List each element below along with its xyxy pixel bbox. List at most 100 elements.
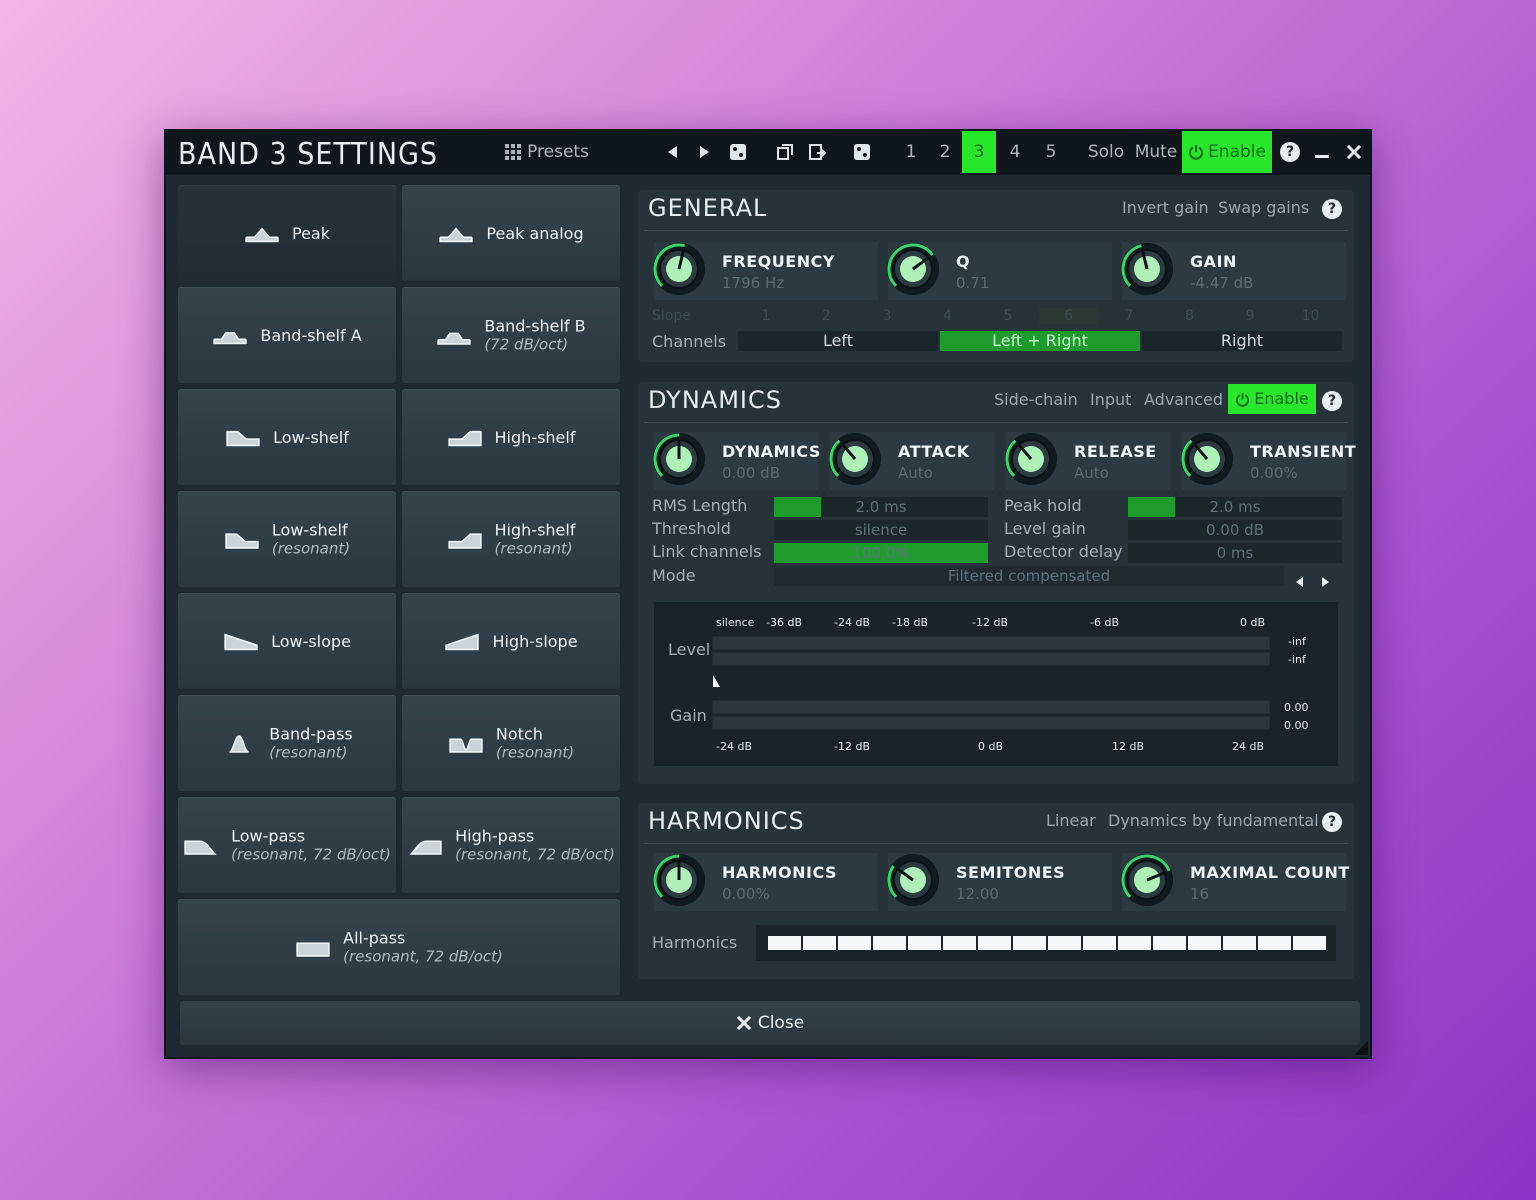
channel-option[interactable]: Left bbox=[738, 331, 938, 351]
slope-option[interactable]: 8 bbox=[1160, 308, 1220, 324]
gain-knob[interactable] bbox=[1118, 240, 1176, 298]
knob-value[interactable]: Auto bbox=[1074, 464, 1109, 482]
band-enable-button[interactable]: Enable bbox=[1182, 131, 1272, 173]
filter-type-button[interactable]: Notch (resonant) bbox=[402, 695, 620, 791]
mode-select[interactable]: Filtered compensated bbox=[774, 566, 1284, 586]
knob-value[interactable]: 0.71 bbox=[956, 274, 989, 292]
threshold-marker-icon[interactable] bbox=[712, 674, 722, 688]
filter-type-button[interactable]: Band-shelf A bbox=[178, 287, 396, 383]
mode-next-button[interactable] bbox=[1322, 571, 1329, 590]
filter-type-button[interactable]: Peak analog bbox=[402, 185, 620, 281]
close-window-button[interactable] bbox=[1340, 131, 1368, 173]
band-5-button[interactable]: 5 bbox=[1036, 131, 1066, 173]
release-knob[interactable] bbox=[1002, 430, 1060, 488]
knob-value[interactable]: -4.47 dB bbox=[1190, 274, 1253, 292]
channel-option[interactable]: Left + Right bbox=[940, 331, 1140, 351]
paste-button[interactable] bbox=[804, 131, 830, 173]
slope-option[interactable]: 7 bbox=[1099, 308, 1159, 324]
slope-option[interactable]: 1 bbox=[736, 308, 796, 324]
input-button[interactable]: Input bbox=[1090, 390, 1131, 409]
filter-type-button[interactable]: Band-shelf B (72 dB/oct) bbox=[402, 287, 620, 383]
harmonic-cell[interactable] bbox=[873, 936, 906, 950]
dynamics-enable-button[interactable]: Enable bbox=[1228, 384, 1316, 414]
help-button[interactable]: ? bbox=[1276, 131, 1304, 173]
next-preset-button[interactable] bbox=[692, 131, 716, 173]
harmonic-cell[interactable] bbox=[908, 936, 941, 950]
presets-button[interactable]: Presets bbox=[502, 131, 592, 173]
knob-value[interactable]: Auto bbox=[898, 464, 933, 482]
invert-gain-button[interactable]: Invert gain bbox=[1122, 198, 1209, 217]
semitones-knob[interactable] bbox=[884, 851, 942, 909]
transient-knob[interactable] bbox=[1178, 430, 1236, 488]
harmonic-cell[interactable] bbox=[1293, 936, 1326, 950]
filter-type-button[interactable]: Low-slope bbox=[178, 593, 396, 689]
randomize-band-button[interactable] bbox=[848, 131, 876, 173]
harmonic-cell[interactable] bbox=[1153, 936, 1186, 950]
q-knob[interactable] bbox=[884, 240, 942, 298]
copy-button[interactable] bbox=[772, 131, 798, 173]
parameter-slider[interactable]: 0 ms bbox=[1128, 543, 1342, 563]
filter-type-button[interactable]: All-pass (resonant, 72 dB/oct) bbox=[178, 899, 620, 995]
harmonic-cell[interactable] bbox=[1013, 936, 1046, 950]
slope-option[interactable]: 4 bbox=[918, 308, 978, 324]
knob-value[interactable]: 1796 Hz bbox=[722, 274, 784, 292]
parameter-slider[interactable]: 0.00 dB bbox=[1128, 520, 1342, 540]
general-help-button[interactable]: ? bbox=[1322, 198, 1342, 219]
band-3-button[interactable]: 3 bbox=[962, 131, 996, 173]
parameter-slider[interactable]: 2.0 ms bbox=[1128, 497, 1342, 517]
filter-type-button[interactable]: Band-pass (resonant) bbox=[178, 695, 396, 791]
filter-type-button[interactable]: Peak bbox=[178, 185, 396, 281]
swap-gains-button[interactable]: Swap gains bbox=[1218, 198, 1309, 217]
harmonic-cell[interactable] bbox=[803, 936, 836, 950]
maximal-count-knob[interactable] bbox=[1118, 851, 1176, 909]
harmonic-cell[interactable] bbox=[943, 936, 976, 950]
harmonic-cell[interactable] bbox=[1188, 936, 1221, 950]
knob-value[interactable]: 0.00 dB bbox=[722, 464, 780, 482]
harmonic-cell[interactable] bbox=[1048, 936, 1081, 950]
channel-option[interactable]: Right bbox=[1142, 331, 1342, 351]
harmonic-cell[interactable] bbox=[1083, 936, 1116, 950]
close-button[interactable]: Close bbox=[180, 1001, 1360, 1045]
dynamics-help-button[interactable]: ? bbox=[1322, 390, 1342, 411]
filter-type-button[interactable]: Low-shelf bbox=[178, 389, 396, 485]
resize-handle-icon[interactable] bbox=[1354, 1041, 1368, 1055]
parameter-slider[interactable]: 2.0 ms bbox=[774, 497, 988, 517]
knob-value[interactable]: 0.00% bbox=[1250, 464, 1298, 482]
mode-previous-button[interactable] bbox=[1296, 571, 1303, 590]
dynamics-by-fundamental-button[interactable]: Dynamics by fundamental bbox=[1108, 811, 1319, 830]
harmonics-help-button[interactable]: ? bbox=[1322, 811, 1342, 832]
slope-option[interactable]: 2 bbox=[797, 308, 857, 324]
knob-value[interactable]: 12.00 bbox=[956, 885, 999, 903]
harmonic-cell[interactable] bbox=[1223, 936, 1256, 950]
filter-type-button[interactable]: High-slope bbox=[402, 593, 620, 689]
harmonic-cell[interactable] bbox=[768, 936, 801, 950]
filter-type-button[interactable]: High-pass (resonant, 72 dB/oct) bbox=[402, 797, 620, 893]
filter-type-button[interactable]: Low-pass (resonant, 72 dB/oct) bbox=[178, 797, 396, 893]
knob-value[interactable]: 16 bbox=[1190, 885, 1209, 903]
frequency-knob[interactable] bbox=[650, 240, 708, 298]
solo-button[interactable]: Solo bbox=[1086, 131, 1126, 173]
band-4-button[interactable]: 4 bbox=[1000, 131, 1030, 173]
randomize-button[interactable] bbox=[724, 131, 752, 173]
harmonic-cell[interactable] bbox=[838, 936, 871, 950]
parameter-slider[interactable]: 100.0% bbox=[774, 543, 988, 563]
slope-option[interactable]: 6 bbox=[1038, 308, 1099, 324]
side-chain-button[interactable]: Side-chain bbox=[994, 390, 1078, 409]
advanced-button[interactable]: Advanced bbox=[1144, 390, 1223, 409]
previous-preset-button[interactable] bbox=[660, 131, 684, 173]
filter-type-button[interactable]: Low-shelf (resonant) bbox=[178, 491, 396, 587]
band-1-button[interactable]: 1 bbox=[896, 131, 926, 173]
filter-type-button[interactable]: High-shelf bbox=[402, 389, 620, 485]
minimize-button[interactable] bbox=[1308, 131, 1336, 173]
mute-button[interactable]: Mute bbox=[1134, 131, 1178, 173]
harmonic-cell[interactable] bbox=[1118, 936, 1151, 950]
harmonics-editor[interactable] bbox=[756, 925, 1336, 961]
dynamics-knob[interactable] bbox=[650, 430, 708, 488]
parameter-slider[interactable]: silence bbox=[774, 520, 988, 540]
harmonics-knob[interactable] bbox=[650, 851, 708, 909]
harmonic-cell[interactable] bbox=[1258, 936, 1291, 950]
harmonic-cell[interactable] bbox=[978, 936, 1011, 950]
filter-type-button[interactable]: High-shelf (resonant) bbox=[402, 491, 620, 587]
band-2-button[interactable]: 2 bbox=[930, 131, 960, 173]
linear-button[interactable]: Linear bbox=[1046, 811, 1096, 830]
